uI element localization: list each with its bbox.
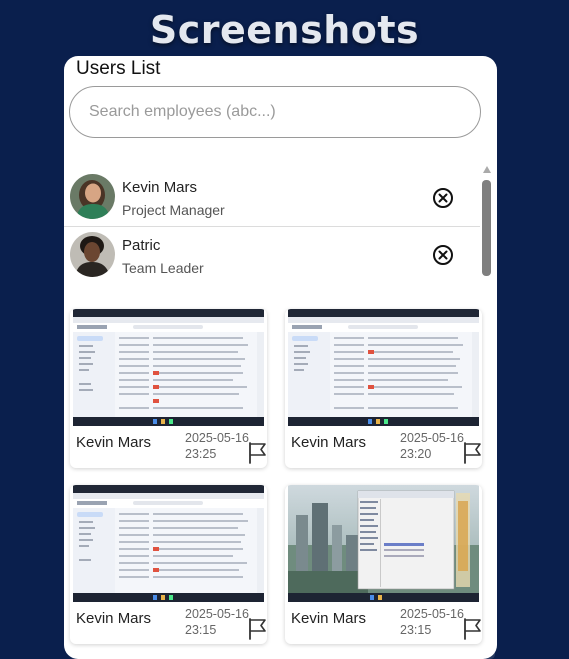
flag-icon[interactable] xyxy=(247,441,267,465)
user-name: Patric xyxy=(122,237,161,254)
user-name: Kevin Mars xyxy=(122,179,198,196)
user-row[interactable]: Patric Team Leader xyxy=(64,226,480,283)
screenshot-card[interactable]: Kevin Mars 2025-05-16 23:15 xyxy=(70,485,267,644)
remove-circle-icon[interactable] xyxy=(432,187,454,209)
screenshots-panel: Users List Kevin Mars Project Manager xyxy=(64,56,497,659)
search-input[interactable] xyxy=(69,86,481,138)
page-title: Screenshots xyxy=(149,8,420,52)
avatar xyxy=(70,232,115,277)
avatar xyxy=(70,174,115,219)
screenshot-time: 23:15 xyxy=(400,623,432,637)
screenshot-time: 23:15 xyxy=(185,623,217,637)
screenshot-timestamp: 2025-05-16 23:15 xyxy=(400,606,464,638)
user-list-scrollbar[interactable] xyxy=(482,166,492,276)
flag-icon[interactable] xyxy=(247,617,267,641)
flag-icon[interactable] xyxy=(462,617,482,641)
scroll-thumb[interactable] xyxy=(482,180,491,276)
screenshot-user: Kevin Mars xyxy=(291,610,367,627)
desktop-file-explorer-screenshot[interactable] xyxy=(288,485,479,602)
screenshot-card[interactable]: Kevin Mars 2025-05-16 23:25 xyxy=(70,309,267,468)
screenshot-date: 2025-05-16 xyxy=(185,607,249,621)
scroll-up-arrow-icon[interactable] xyxy=(483,166,491,173)
screenshot-timestamp: 2025-05-16 23:20 xyxy=(400,430,464,462)
screenshot-time: 23:20 xyxy=(400,447,432,461)
screenshot-date: 2025-05-16 xyxy=(400,607,464,621)
screenshot-time: 23:25 xyxy=(185,447,217,461)
screenshot-user: Kevin Mars xyxy=(76,610,152,627)
user-role: Project Manager xyxy=(122,202,225,218)
screenshot-date: 2025-05-16 xyxy=(400,431,464,445)
remove-circle-icon[interactable] xyxy=(432,244,454,266)
screenshot-card[interactable]: Kevin Mars 2025-05-16 23:20 xyxy=(285,309,482,468)
user-list: Kevin Mars Project Manager Patric Team L… xyxy=(64,169,484,283)
email-app-screenshot[interactable] xyxy=(73,309,264,426)
screenshot-user: Kevin Mars xyxy=(291,434,367,451)
users-list-title: Users List xyxy=(76,58,161,79)
email-app-screenshot[interactable] xyxy=(288,309,479,426)
screenshot-date: 2025-05-16 xyxy=(185,431,249,445)
screenshot-user: Kevin Mars xyxy=(76,434,152,451)
flag-icon[interactable] xyxy=(462,441,482,465)
email-app-screenshot[interactable] xyxy=(73,485,264,602)
user-role: Team Leader xyxy=(122,260,204,276)
screenshot-card[interactable]: Kevin Mars 2025-05-16 23:15 xyxy=(285,485,482,644)
user-row[interactable]: Kevin Mars Project Manager xyxy=(64,169,480,226)
screenshot-timestamp: 2025-05-16 23:25 xyxy=(185,430,249,462)
screenshot-timestamp: 2025-05-16 23:15 xyxy=(185,606,249,638)
